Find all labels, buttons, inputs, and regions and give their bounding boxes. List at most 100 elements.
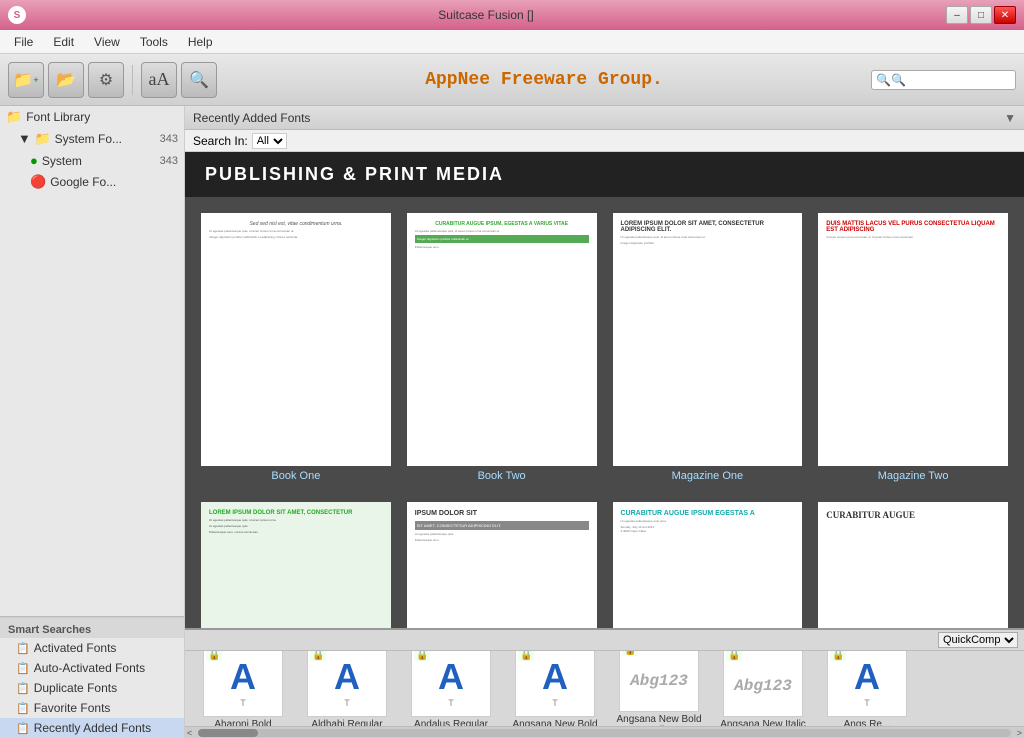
- font-count: 343: [160, 155, 178, 167]
- smart-search-label: Activated Fonts: [34, 641, 117, 655]
- font-name: Andalus Regular: [414, 719, 488, 726]
- scroll-left-arrow[interactable]: <: [185, 728, 194, 738]
- sidebar-item-duplicate-fonts[interactable]: 📋 Duplicate Fonts: [0, 678, 184, 698]
- section-title: PUBLISHING & PRINT MEDIA: [185, 152, 1024, 197]
- font-preview-letter: A: [542, 656, 568, 698]
- thumbnail-magazine-one: LOREM IPSUM DOLOR SIT AMET, CONSECTETUR …: [613, 213, 803, 466]
- thumbnail-brochure-two: IPSUM DOLOR SIT SIT AMET, CONSECTETUR AD…: [407, 502, 597, 628]
- sidebar-item-font-library[interactable]: 📁 Font Library: [0, 106, 184, 128]
- font-preview-letter: A: [334, 656, 360, 698]
- add-library-button[interactable]: 📁+: [8, 62, 44, 98]
- quickcomp-bar: QuickComp: [185, 630, 1024, 651]
- search-input[interactable]: [891, 73, 1011, 87]
- font-preview-sub: T: [344, 698, 350, 708]
- main-layout: 📁 Font Library ▼ 📁 System Fo... 343 ● Sy…: [0, 106, 1024, 738]
- menu-tools[interactable]: Tools: [130, 33, 178, 51]
- lock-icon: 🔒: [830, 651, 846, 661]
- preview-card-brochure-two[interactable]: IPSUM DOLOR SIT SIT AMET, CONSECTETUR AD…: [407, 502, 597, 628]
- font-item-aldhabi[interactable]: 🔒 A T Aldhabi Regular: [297, 651, 397, 726]
- card-label: Book One: [201, 466, 391, 486]
- window-controls: – □ ✕: [946, 6, 1016, 24]
- lock-icon: 🔒: [726, 651, 742, 661]
- sidebar-library-section: 📁 Font Library ▼ 📁 System Fo... 343 ● Sy…: [0, 106, 184, 616]
- lock-icon: 🔒: [518, 651, 534, 661]
- font-item-angs-re[interactable]: 🔒 A T Angs Re...: [817, 651, 917, 726]
- sidebar-item-system-fonts[interactable]: ▼ 📁 System Fo... 343: [0, 128, 184, 150]
- search-fonts-button[interactable]: 🔍: [181, 62, 217, 98]
- font-item-angsana-bold-italic[interactable]: 🔒 Abg123 Angsana New Bold Italic: [609, 651, 709, 726]
- font-strip-container: QuickComp 🔒 A T Aharoni Bold 🔒 A T: [185, 628, 1024, 738]
- title-bar: S Suitcase Fusion [] – □ ✕: [0, 0, 1024, 30]
- font-item-angsana-italic[interactable]: 🔒 Abg123 Angsana New Italic: [713, 651, 813, 726]
- sidebar-item-activated-fonts[interactable]: 📋 Activated Fonts: [0, 638, 184, 658]
- preview-card-brochure-one[interactable]: LOREM IPSUM DOLOR SIT AMET, CONSECTETUR …: [201, 502, 391, 628]
- sidebar-item-google-fonts[interactable]: 🔴 Google Fo...: [0, 171, 184, 193]
- strip-scrollbar[interactable]: < >: [185, 726, 1024, 738]
- dropdown-arrow-icon[interactable]: ▼: [1004, 111, 1016, 125]
- thumbnail-newsletter-one: CURABITUR AUGUE: [818, 502, 1008, 628]
- menu-view[interactable]: View: [84, 33, 130, 51]
- font-item-andalus[interactable]: 🔒 A T Andalus Regular: [401, 651, 501, 726]
- minimize-button[interactable]: –: [946, 6, 968, 24]
- toolbar-separator: [132, 65, 133, 95]
- menu-edit[interactable]: Edit: [43, 33, 84, 51]
- font-item-angsana-bold[interactable]: 🔒 A T Angsana New Bold: [505, 651, 605, 726]
- scroll-track[interactable]: [198, 729, 1010, 737]
- search-item-icon: 📋: [16, 662, 30, 675]
- sidebar-item-system[interactable]: ● System 343: [0, 150, 184, 171]
- search-in-select[interactable]: All: [252, 133, 287, 149]
- font-icon-angsana-bold: 🔒 A T: [515, 651, 595, 717]
- smart-search-label: Auto-Activated Fonts: [34, 661, 145, 675]
- preview-card-magazine-three[interactable]: CURABITUR AUGUE IPSUM EGESTAS A Ut egest…: [613, 502, 803, 628]
- font-icon-angsana-bold-italic: 🔒 Abg123: [619, 651, 699, 712]
- sidebar-item-label: Google Fo...: [50, 175, 116, 189]
- sidebar-item-label: Font Library: [26, 110, 90, 124]
- window-title: Suitcase Fusion []: [26, 8, 946, 22]
- menu-file[interactable]: File: [4, 33, 43, 51]
- search-item-icon: 📋: [16, 642, 30, 655]
- lock-icon: 🔒: [414, 651, 430, 661]
- content-area: Recently Added Fonts ▼ Search In: All PU…: [185, 106, 1024, 738]
- preview-card-newsletter-one[interactable]: CURABITUR AUGUE Newsletter One: [818, 502, 1008, 628]
- restore-button[interactable]: □: [970, 6, 992, 24]
- lock-icon: 🔒: [206, 651, 222, 661]
- sidebar-item-auto-activated-fonts[interactable]: 📋 Auto-Activated Fonts: [0, 658, 184, 678]
- preview-card-book-one[interactable]: Sed sed nisl est, vitae condimentum urna…: [201, 213, 391, 486]
- font-preview-letter: A: [438, 656, 464, 698]
- sidebar-item-label: System Fo...: [55, 132, 122, 146]
- thumbnail-brochure-one: LOREM IPSUM DOLOR SIT AMET, CONSECTETUR …: [201, 502, 391, 628]
- scroll-thumb[interactable]: [198, 729, 258, 737]
- preview-card-magazine-one[interactable]: LOREM IPSUM DOLOR SIT AMET, CONSECTETUR …: [613, 213, 803, 486]
- thumbnail-magazine-three: CURABITUR AUGUE IPSUM EGESTAS A Ut egest…: [613, 502, 803, 628]
- font-preview-sub: T: [552, 698, 558, 708]
- preview-grid: Sed sed nisl est, vitae condimentum urna…: [185, 197, 1024, 628]
- settings-button[interactable]: ⚙: [88, 62, 124, 98]
- thumbnail-book-two: CURABITUR AUGUE IPSUM, EGESTAS A VARIUS …: [407, 213, 597, 466]
- font-name: Aldhabi Regular: [311, 719, 382, 726]
- close-button[interactable]: ✕: [994, 6, 1016, 24]
- font-preview-letter: A: [854, 656, 880, 698]
- scroll-right-arrow[interactable]: >: [1015, 728, 1024, 738]
- font-count: 343: [160, 133, 178, 145]
- smart-search-label: Favorite Fonts: [34, 701, 111, 715]
- preview-card-book-two[interactable]: CURABITUR AUGUE IPSUM, EGESTAS A VARIUS …: [407, 213, 597, 486]
- quickcomp-select[interactable]: QuickComp: [938, 632, 1018, 648]
- preview-card-magazine-two[interactable]: DUIS MATTIS LACUS VEL PURUS CONSECTETUA …: [818, 213, 1008, 486]
- font-strip: 🔒 A T Aharoni Bold 🔒 A T Aldhabi Regular: [185, 651, 1024, 726]
- search-in-label: Search In:: [193, 134, 248, 148]
- sidebar-item-favorite-fonts[interactable]: 📋 Favorite Fonts: [0, 698, 184, 718]
- lock-icon: 🔒: [310, 651, 326, 661]
- smart-searches-label: Smart Searches: [0, 617, 184, 638]
- new-folder-button[interactable]: 📂: [48, 62, 84, 98]
- lock-icon: 🔒: [622, 651, 638, 656]
- menu-help[interactable]: Help: [178, 33, 223, 51]
- font-item-aharoni[interactable]: 🔒 A T Aharoni Bold: [193, 651, 293, 726]
- font-preview-letter: Abg123: [734, 677, 792, 695]
- search-box[interactable]: 🔍: [871, 70, 1016, 90]
- font-preview-button[interactable]: aA: [141, 62, 177, 98]
- sidebar-item-recently-added[interactable]: 📋 Recently Added Fonts: [0, 718, 184, 738]
- font-icon-aharoni: 🔒 A T: [203, 651, 283, 717]
- card-label: Book Two: [407, 466, 597, 486]
- font-icon-angsana-italic: 🔒 Abg123: [723, 651, 803, 717]
- thumbnail-magazine-two: DUIS MATTIS LACUS VEL PURUS CONSECTETUA …: [818, 213, 1008, 466]
